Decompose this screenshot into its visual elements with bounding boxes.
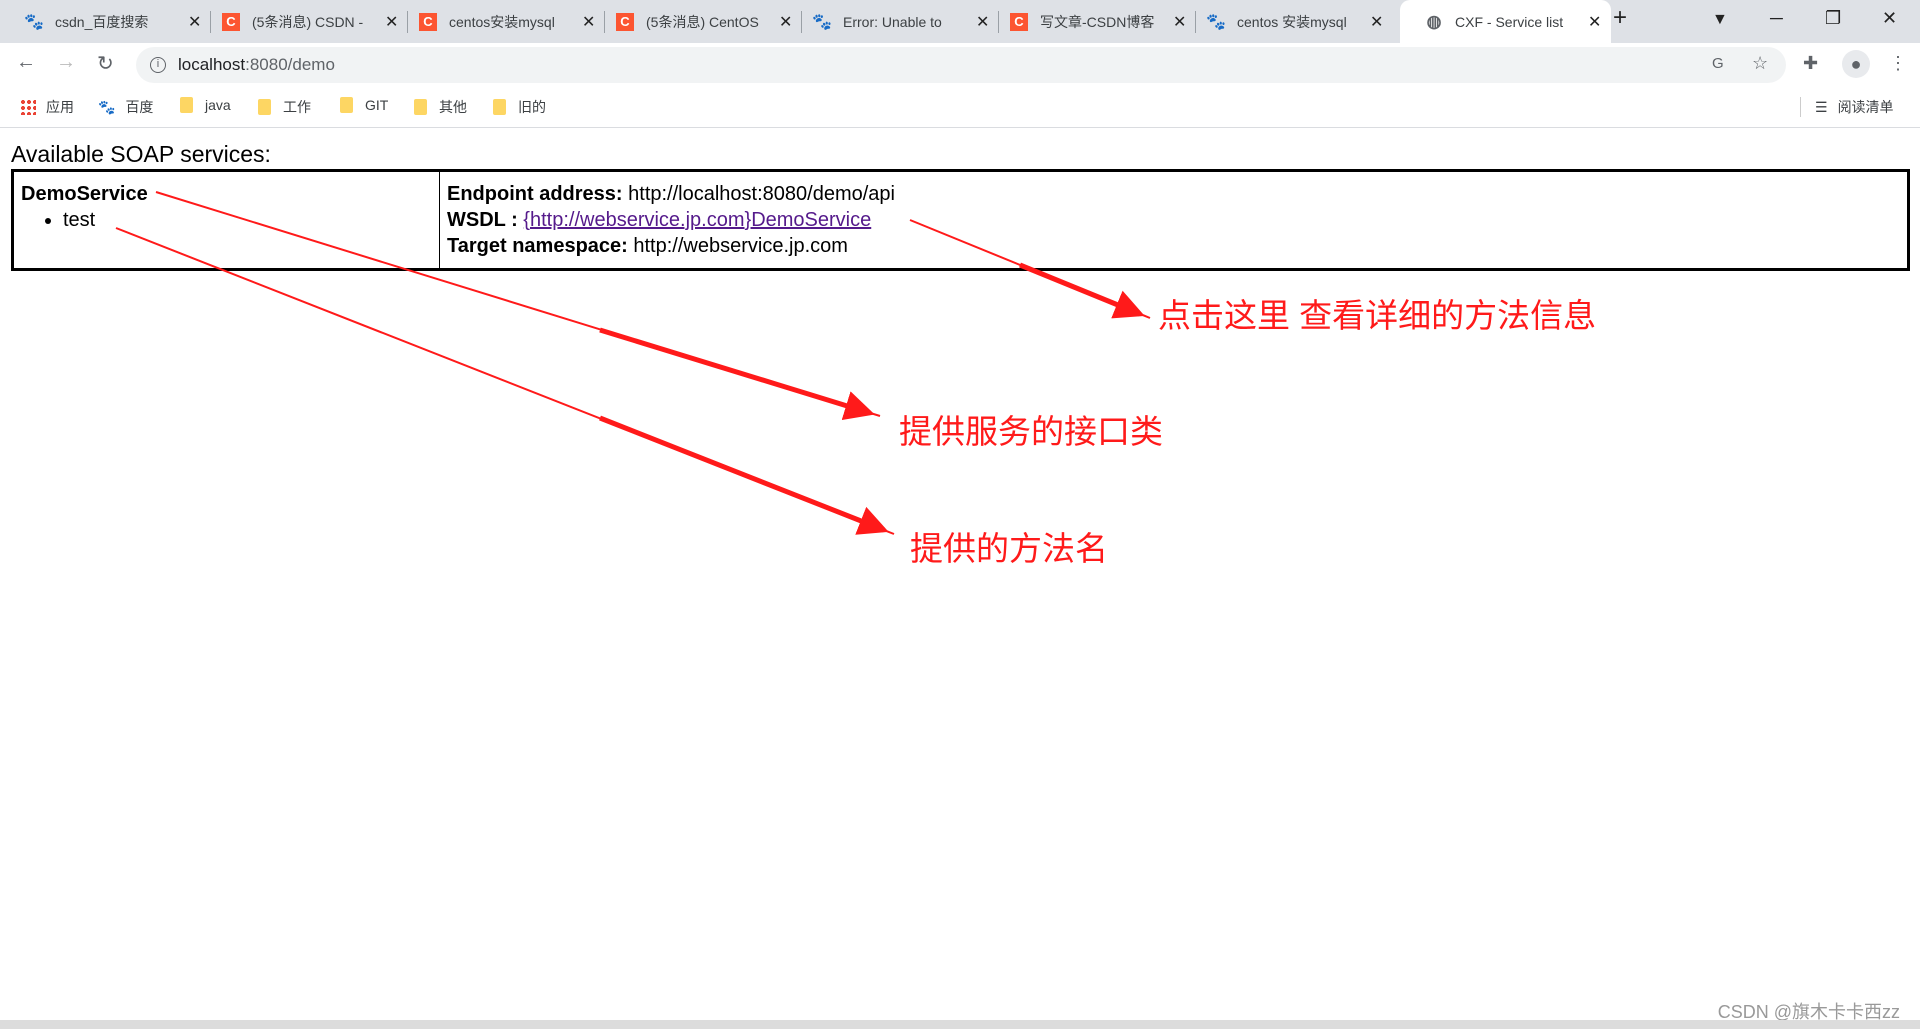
annotation-method: 提供的方法名 bbox=[910, 530, 1108, 567]
annotation-arrows bbox=[115, 191, 1151, 535]
bottom-scrollbar[interactable] bbox=[0, 1020, 1920, 1029]
annotation-service: 提供服务的接口类 bbox=[899, 413, 1163, 450]
annotation-wsdl: 点击这里 查看详细的方法信息 bbox=[1158, 297, 1597, 334]
